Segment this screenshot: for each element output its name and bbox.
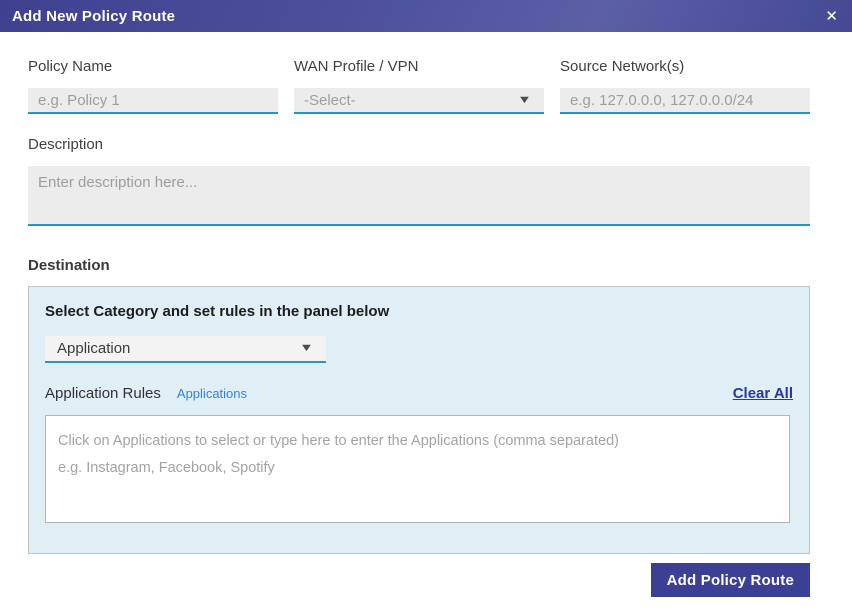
policy-name-label: Policy Name	[28, 58, 113, 75]
source-networks-input[interactable]	[560, 88, 810, 114]
modal-header: Add New Policy Route ✕	[0, 0, 852, 32]
add-policy-route-button[interactable]: Add Policy Route	[650, 563, 810, 597]
chevron-down-icon: ▼	[299, 342, 314, 354]
clear-all-link[interactable]: Clear All	[733, 385, 793, 402]
source-networks-label: Source Network(s)	[560, 58, 685, 75]
applications-link[interactable]: Applications	[177, 386, 247, 401]
category-selected-value: Application	[57, 340, 131, 357]
description-textarea[interactable]	[28, 166, 810, 226]
description-label: Description	[28, 136, 104, 153]
wan-profile-select[interactable]: -Select- ▼	[294, 88, 544, 114]
modal-footer: Add Policy Route	[650, 563, 810, 597]
application-rules-input[interactable]: Click on Applications to select or type …	[45, 415, 790, 523]
rules-placeholder-line1: Click on Applications to select or type …	[58, 433, 619, 449]
wan-profile-label: WAN Profile / VPN	[294, 58, 419, 75]
wan-profile-selected-value: -Select-	[304, 91, 356, 109]
category-select[interactable]: Application ▼	[45, 336, 326, 363]
top-fields-row: Policy Name WAN Profile / VPN -Select- ▼…	[28, 58, 810, 114]
close-icon[interactable]: ✕	[825, 9, 838, 24]
wan-profile-field-group: WAN Profile / VPN -Select- ▼	[294, 58, 544, 114]
policy-name-field-group: Policy Name	[28, 58, 278, 114]
modal-title: Add New Policy Route	[12, 7, 176, 25]
modal-body: Policy Name WAN Profile / VPN -Select- ▼…	[0, 32, 852, 554]
application-rules-row: Application Rules Applications Clear All	[45, 385, 793, 402]
destination-section-label: Destination	[28, 257, 110, 274]
source-networks-field-group: Source Network(s)	[560, 58, 810, 114]
rules-placeholder-line2: e.g. Instagram, Facebook, Spotify	[58, 459, 275, 476]
policy-name-input[interactable]	[28, 88, 278, 114]
application-rules-label: Application Rules	[45, 385, 161, 402]
destination-panel: Select Category and set rules in the pan…	[28, 286, 810, 554]
chevron-down-icon: ▼	[517, 93, 532, 106]
category-instruction: Select Category and set rules in the pan…	[45, 303, 390, 320]
